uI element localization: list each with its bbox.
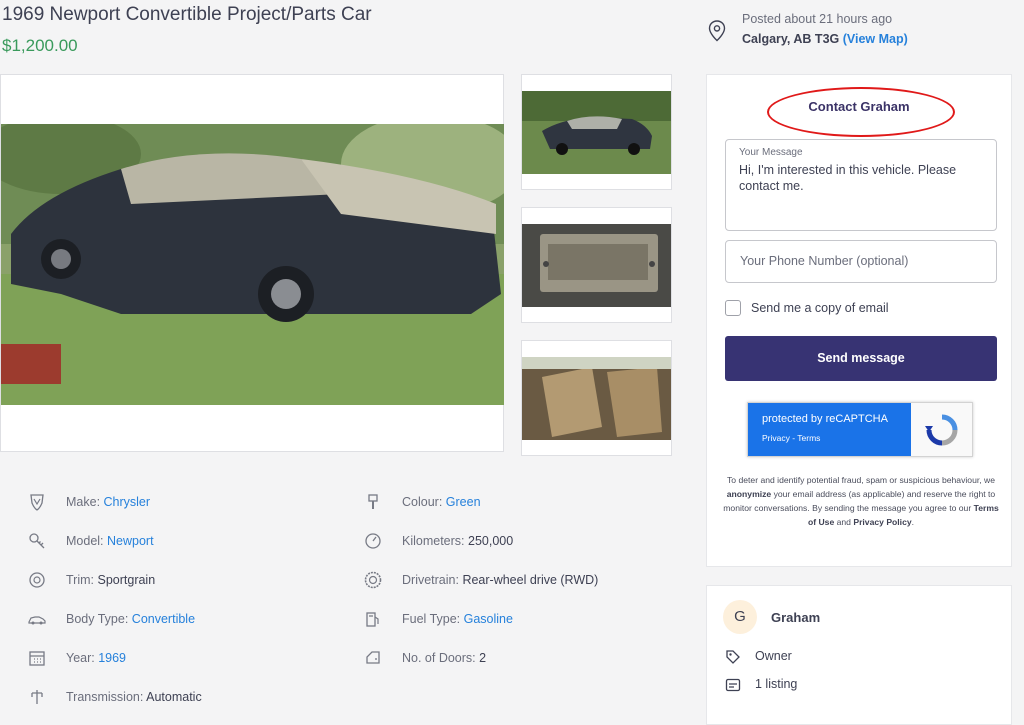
interior-thumbnail [522,357,671,440]
speedometer-icon [365,533,381,549]
privacy-policy-link[interactable]: Privacy Policy [853,517,911,527]
shield-badge-icon [30,494,44,511]
spec-year-label: Year: [66,651,99,665]
recaptcha-panel: protected by reCAPTCHA Privacy - Terms [748,403,911,456]
thumbnail-2[interactable] [521,207,672,323]
recaptcha-links[interactable]: Privacy - Terms [762,433,820,443]
spec-colour-value[interactable]: Green [446,495,481,509]
send-message-button[interactable]: Send message [725,336,997,381]
spec-trim-value: Sportgrain [97,573,156,587]
car-photo [1,124,504,405]
contact-card: Contact Graham Your Message Hi, I'm inte… [706,74,1012,567]
spec-model-value[interactable]: Newport [107,534,154,548]
disclaimer-text-4: . [911,517,915,527]
disclaimer-anonymize: anonymize [726,489,772,499]
car-thumbnail [522,91,671,174]
car-door-icon [366,651,380,664]
spec-fuel-type-value[interactable]: Gasoline [464,612,513,626]
message-label: Your Message [739,147,803,158]
posted-time: Posted about 21 hours ago [742,12,893,26]
tag-icon [726,650,740,664]
spec-year-value[interactable]: 1969 [98,651,126,665]
thumbnail-3[interactable] [521,340,672,456]
fuel-pump-icon [366,612,379,627]
phone-input[interactable]: Your Phone Number (optional) [725,240,997,283]
message-textarea[interactable]: Your Message Hi, I'm interested in this … [725,139,997,231]
spec-colour-label: Colour: [402,495,446,509]
calendar-icon [29,651,45,666]
seller-name[interactable]: Graham [771,610,820,625]
recaptcha-badge[interactable]: protected by reCAPTCHA Privacy - Terms [747,402,973,457]
listing-price: $1,200.00 [2,36,78,55]
spec-body-type-value[interactable]: Convertible [132,612,195,626]
seller-listings[interactable]: 1 listing [755,677,797,691]
tire-icon [364,571,382,589]
copy-email-label[interactable]: Send me a copy of email [751,301,889,315]
location-pin-icon [708,20,726,42]
spec-kilometers-label: Kilometers: [402,534,468,548]
car-key-icon [29,533,45,549]
seller-avatar: G [723,600,757,634]
contact-seller-title: Contact Graham [808,99,910,114]
spec-drivetrain-label: Drivetrain: [402,573,463,587]
spec-make-value[interactable]: Chrysler [104,495,151,509]
trim-icon [29,572,45,588]
disclaimer-text-3: and [834,517,854,527]
location-line: Calgary, AB T3G (View Map) [742,32,908,46]
paint-brush-icon [368,494,378,509]
seller-card: G Graham Owner 1 listing [706,585,1012,725]
recaptcha-icon [925,414,958,446]
view-map-link[interactable]: (View Map) [843,32,908,46]
spec-transmission-label: Transmission: [66,690,147,704]
spec-body-type-label: Body Type: [66,612,132,626]
spec-drivetrain-value: Rear-wheel drive (RWD) [462,573,599,587]
spec-model-label: Model: [66,534,107,548]
seller-type: Owner [755,649,792,663]
message-text: Hi, I'm interested in this vehicle. Plea… [739,163,957,193]
listing-card-icon [725,678,741,692]
copy-email-checkbox[interactable] [725,300,741,316]
spec-doors-value: 2 [479,651,487,665]
spec-doors-label: No. of Doors: [402,651,480,665]
spec-make-label: Make: [66,495,104,509]
car-body-icon [28,616,46,625]
thumbnail-1[interactable] [521,74,672,190]
data-plate-thumbnail [522,224,671,307]
spec-kilometers-value: 250,000 [468,534,514,548]
spec-transmission-value: Automatic [146,690,202,704]
spec-trim-label: Trim: [66,573,98,587]
location-city: Calgary, AB T3G [742,32,840,46]
listing-title: 1969 Newport Convertible Project/Parts C… [2,4,372,25]
main-photo[interactable] [0,74,504,452]
privacy-disclaimer: To deter and identify potential fraud, s… [723,473,999,529]
disclaimer-text-1: To deter and identify potential fraud, s… [727,475,995,485]
recaptcha-title: protected by reCAPTCHA [762,413,888,425]
gear-shift-icon [31,690,43,704]
spec-fuel-type-label: Fuel Type: [402,612,464,626]
